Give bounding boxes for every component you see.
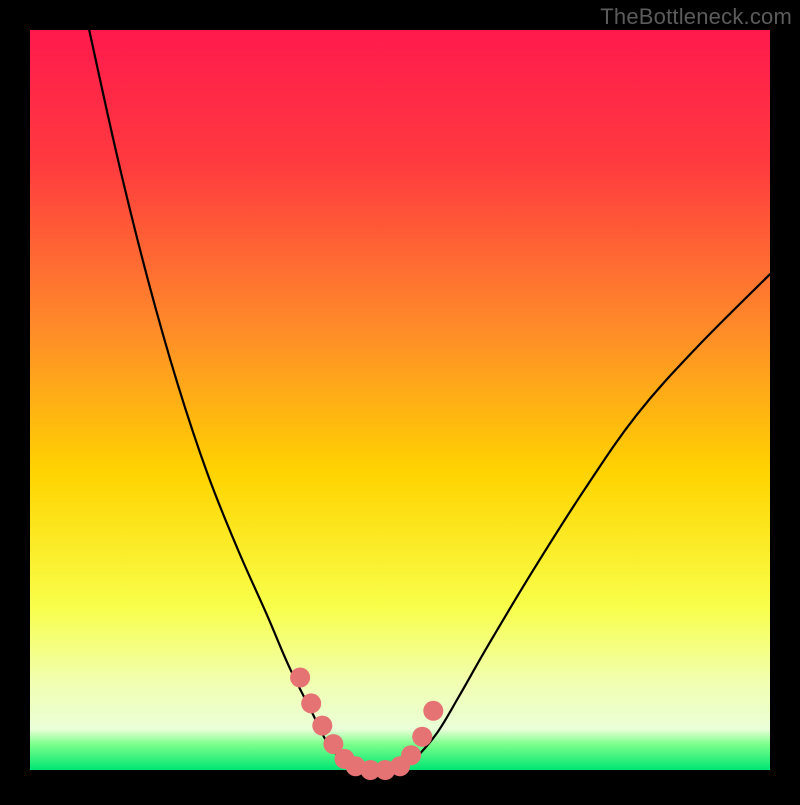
highlight-dot — [423, 701, 443, 721]
highlight-dot — [290, 668, 310, 688]
highlight-dot — [412, 727, 432, 747]
chart-frame — [0, 0, 800, 800]
chart-svg — [0, 0, 800, 800]
highlight-dot — [312, 716, 332, 736]
highlight-dot — [401, 745, 421, 765]
watermark-label: TheBottleneck.com — [600, 4, 792, 30]
plot-background — [30, 30, 770, 770]
highlight-dot — [301, 693, 321, 713]
